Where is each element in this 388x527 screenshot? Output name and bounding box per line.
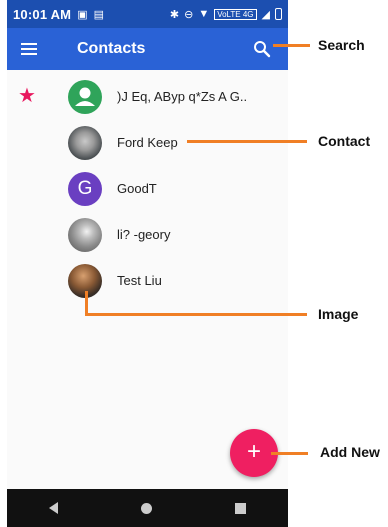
image-notification-icon: ▣ bbox=[77, 8, 88, 21]
contact-name: )J Eq, AByp q*Zs A G.. bbox=[117, 89, 248, 104]
contact-row[interactable]: ★ )J Eq, AByp q*Zs A G.. bbox=[7, 74, 288, 120]
contact-list: ★ )J Eq, AByp q*Zs A G.. Ford Keep G Goo… bbox=[7, 74, 288, 304]
menu-icon[interactable] bbox=[21, 43, 37, 55]
contact-row[interactable]: li? -geory bbox=[7, 212, 288, 258]
contact-callout-line bbox=[187, 140, 307, 143]
contact-name: li? -geory bbox=[117, 227, 171, 242]
letter-avatar: G bbox=[68, 172, 102, 206]
contact-callout-label: Contact bbox=[318, 133, 371, 149]
search-icon[interactable] bbox=[252, 39, 272, 59]
status-bar: 10:01 AM ▣ ▤ ✱ ⊖ ▼ VoLTE 4G ◢ bbox=[7, 0, 288, 28]
back-icon[interactable] bbox=[48, 502, 58, 514]
wifi-icon: ▼ bbox=[198, 8, 210, 20]
home-icon[interactable] bbox=[140, 502, 152, 514]
search-callout-label: Search bbox=[318, 37, 365, 53]
status-time: 10:01 AM bbox=[13, 6, 72, 22]
phone-screen: 10:01 AM ▣ ▤ ✱ ⊖ ▼ VoLTE 4G ◢ Contacts ★ bbox=[7, 0, 288, 527]
add-new-callout-line bbox=[271, 452, 308, 455]
contact-photo bbox=[68, 218, 102, 252]
sim-notification-icon: ▤ bbox=[93, 8, 105, 21]
app-bar: Contacts bbox=[7, 28, 288, 70]
search-callout-line bbox=[273, 44, 310, 47]
contact-row[interactable]: Test Liu bbox=[7, 258, 288, 304]
person-icon bbox=[75, 87, 95, 106]
star-icon: ★ bbox=[18, 85, 36, 107]
network-type-badge: VoLTE 4G bbox=[214, 8, 257, 20]
status-icons: ✱ ⊖ ▼ VoLTE 4G ◢ bbox=[170, 8, 282, 21]
contact-name: Test Liu bbox=[117, 273, 162, 288]
battery-icon bbox=[275, 8, 282, 20]
do-not-disturb-icon: ⊖ bbox=[184, 8, 194, 21]
image-callout-line bbox=[85, 313, 307, 316]
page-title: Contacts bbox=[77, 40, 146, 57]
signal-icon: ◢ bbox=[261, 8, 270, 21]
contact-name: Ford Keep bbox=[117, 135, 178, 150]
contact-row[interactable]: Ford Keep bbox=[7, 120, 288, 166]
recents-icon[interactable] bbox=[235, 502, 247, 514]
contact-name: GoodT bbox=[117, 181, 157, 196]
person-avatar bbox=[68, 80, 102, 114]
contact-row[interactable]: G GoodT bbox=[7, 166, 288, 212]
add-new-callout-label: Add New bbox=[320, 444, 380, 460]
image-callout-label: Image bbox=[318, 306, 359, 322]
contact-photo bbox=[68, 126, 102, 160]
navigation-bar bbox=[7, 489, 288, 527]
bluetooth-icon: ✱ bbox=[169, 8, 180, 21]
